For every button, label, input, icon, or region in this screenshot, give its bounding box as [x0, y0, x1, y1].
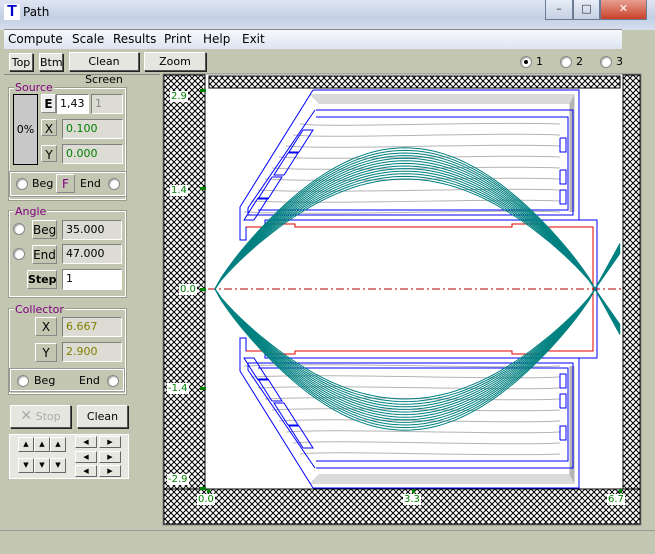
y-tick-mark [200, 387, 206, 390]
x-tick-mark [412, 489, 415, 493]
y-tick-label: -2.9 [167, 474, 189, 485]
y-tick-mark [200, 487, 206, 490]
y-tick-label: 2.9 [170, 91, 188, 102]
x-tick-mark [207, 489, 210, 493]
y-tick-mark [200, 187, 206, 190]
x-tick-label: 0.0 [197, 494, 215, 505]
y-tick-mark [200, 89, 206, 92]
y-tick-mark [200, 288, 206, 291]
x-tick-label: 6.7 [607, 494, 625, 505]
y-tick-label: -1.4 [167, 383, 189, 394]
bottom-hatch [163, 488, 641, 525]
trajectory-plot[interactable] [0, 0, 655, 554]
plot-frame [162, 73, 642, 526]
x-tick-mark [619, 489, 622, 493]
status-bar [0, 530, 655, 554]
top-hatch [208, 75, 621, 89]
y-tick-label: 1.4 [170, 185, 188, 196]
left-hatch [163, 74, 206, 490]
x-tick-label: 3.3 [403, 494, 421, 505]
right-hatch [622, 74, 641, 490]
y-tick-label: 0.0 [179, 284, 197, 295]
